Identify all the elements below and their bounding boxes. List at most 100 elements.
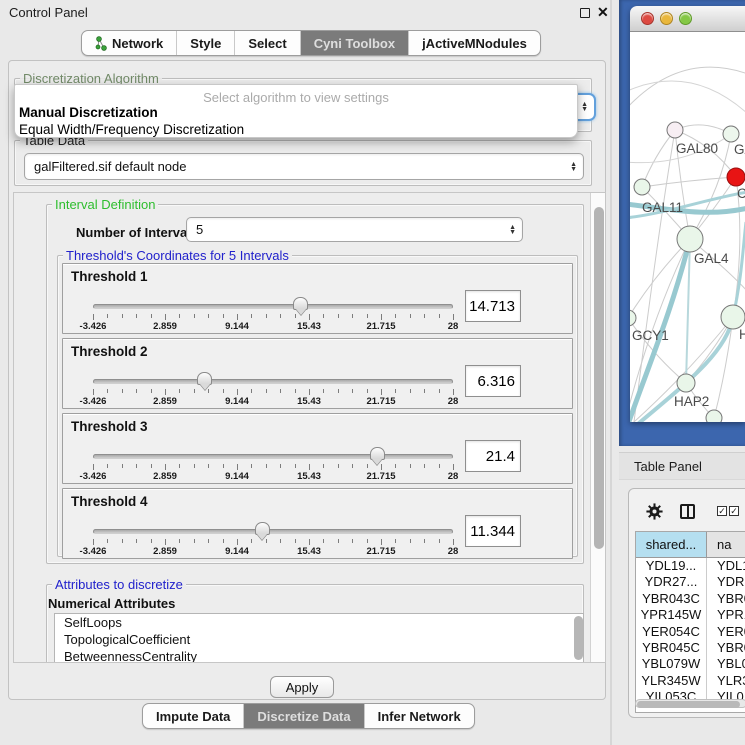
slider-tick (251, 539, 252, 543)
panel-scrollbar-thumb[interactable] (594, 207, 604, 549)
network-node-node[interactable] (706, 410, 722, 422)
network-node-gal80[interactable] (667, 122, 683, 138)
slider-tick (237, 314, 238, 320)
slider-tick-label: -3.426 (80, 321, 107, 332)
tab-label: Select (248, 36, 286, 51)
slider-tick (107, 314, 108, 318)
network-icon (95, 36, 107, 51)
slider-thumb[interactable] (370, 447, 385, 460)
table-row[interactable]: YPR145WYPR1 (636, 607, 745, 623)
network-node-gal4[interactable] (677, 226, 703, 252)
slider-tick (208, 314, 209, 318)
tab-jactivemnodules[interactable]: jActiveMNodules (409, 31, 540, 55)
horizontal-scrollbar-thumb[interactable] (637, 701, 740, 708)
tab-discretize-data[interactable]: Discretize Data (244, 704, 364, 728)
cell-name: YER0 (707, 624, 745, 640)
table-row[interactable]: YBL079WYBL0 (636, 656, 745, 672)
threshold-coordinates-title: Threshold's Coordinates for 5 Intervals (63, 248, 292, 263)
table-row[interactable]: YDR27...YDR2 (636, 574, 745, 590)
slider-tick (381, 389, 382, 395)
checkbox-icon[interactable]: ✓ (717, 506, 727, 516)
panel-divider[interactable] (610, 0, 612, 745)
threshold-panel: Threshold 3-3.4262.8599.14415.4321.71528… (62, 413, 573, 484)
tab-select[interactable]: Select (235, 31, 300, 55)
close-icon[interactable]: ✕ (597, 4, 609, 21)
slider-tick (122, 389, 123, 393)
slider-tick (194, 464, 195, 468)
slider-tick-label: 15.43 (297, 546, 321, 557)
slider-track[interactable] (93, 454, 453, 459)
network-node-gcy1[interactable] (630, 310, 636, 326)
slider-tick-label: 28 (448, 546, 459, 557)
float-window-icon[interactable] (580, 8, 590, 18)
list-scrollbar-thumb[interactable] (574, 616, 583, 660)
attribute-list-item[interactable]: SelfLoops (55, 614, 583, 631)
threshold-value-field[interactable]: 11.344 (465, 515, 521, 547)
slider-tick (266, 389, 267, 393)
checkbox-icon[interactable]: ✓ (729, 506, 739, 516)
slider-tick (136, 539, 137, 543)
cell-shared-name: YBR043C (636, 591, 707, 607)
network-node-c[interactable] (727, 168, 745, 186)
zoom-traffic-light-icon[interactable] (679, 12, 692, 25)
network-window-titlebar[interactable] (630, 6, 745, 32)
slider-tick (251, 314, 252, 318)
column-header[interactable]: na (707, 532, 745, 557)
table-row[interactable]: YBR045CYBR0 (636, 640, 745, 656)
slider-tick (439, 539, 440, 543)
slider-tick (453, 389, 454, 395)
slider-tick-label: 21.715 (366, 471, 395, 482)
cell-shared-name: YER054C (636, 624, 707, 640)
split-columns-icon[interactable] (680, 504, 695, 519)
slider-tick (93, 464, 94, 470)
network-node-hap2[interactable] (677, 374, 695, 392)
tab-cyni-toolbox[interactable]: Cyni Toolbox (301, 31, 409, 55)
table-row[interactable]: YLR345WYLR3 (636, 673, 745, 689)
threshold-value-field[interactable]: 14.713 (465, 290, 521, 322)
slider-tick (367, 314, 368, 318)
attributes-title: Attributes to discretize (52, 577, 186, 592)
slider-tick (338, 389, 339, 393)
attribute-list-item[interactable]: BetweennessCentrality (55, 648, 583, 663)
slider-track[interactable] (93, 304, 453, 309)
slider-tick-label: 28 (448, 321, 459, 332)
tab-infer-network[interactable]: Infer Network (365, 704, 474, 728)
algorithm-option[interactable]: Equal Width/Frequency Discretization (19, 122, 244, 137)
attribute-list-item[interactable]: TopologicalCoefficient (55, 631, 583, 648)
numerical-attributes-list[interactable]: SelfLoopsTopologicalCoefficientBetweenne… (54, 613, 584, 663)
slider-tick (367, 389, 368, 393)
gear-icon[interactable] (646, 503, 663, 520)
slider-tick (237, 464, 238, 470)
node-label-h: H (739, 327, 745, 342)
slider-tick (395, 389, 396, 393)
threshold-value-field[interactable]: 6.316 (465, 365, 521, 397)
minimize-traffic-light-icon[interactable] (660, 12, 673, 25)
tab-impute-data[interactable]: Impute Data (143, 704, 244, 728)
slider-track[interactable] (93, 379, 453, 384)
horizontal-scrollbar-track[interactable] (635, 699, 745, 708)
tab-style[interactable]: Style (177, 31, 235, 55)
slider-tick (107, 464, 108, 468)
table-data-combobox[interactable]: galFiltered.sif default node ▲▼ (24, 153, 584, 180)
table-row[interactable]: YDL19...YDL1 (636, 558, 745, 574)
network-node-gal11[interactable] (634, 179, 650, 195)
combo-stepper-icon: ▲▼ (509, 225, 516, 235)
number-of-intervals-combobox[interactable]: 5 ▲▼ (186, 217, 523, 242)
algorithm-prompt: Select algorithm to view settings (15, 90, 577, 105)
slider-thumb[interactable] (197, 372, 212, 385)
threshold-value-field[interactable]: 21.4 (465, 440, 521, 472)
apply-button[interactable]: Apply (270, 676, 334, 698)
slider-track[interactable] (93, 529, 453, 534)
table-row[interactable]: YER054CYER0 (636, 624, 745, 640)
close-traffic-light-icon[interactable] (641, 12, 654, 25)
column-header[interactable]: shared... (636, 532, 707, 557)
network-canvas[interactable]: GAL80GACGAL11GAL4GCY1HHAP2 (630, 32, 745, 422)
tab-network[interactable]: Network (82, 31, 177, 55)
algorithm-option[interactable]: Manual Discretization (19, 105, 158, 120)
table-row[interactable]: YBR043CYBR0 (636, 591, 745, 607)
network-node-h[interactable] (721, 305, 745, 329)
network-node-ga[interactable] (723, 126, 739, 142)
slider-tick (165, 464, 166, 470)
slider-thumb[interactable] (293, 297, 308, 310)
slider-thumb[interactable] (255, 522, 270, 535)
